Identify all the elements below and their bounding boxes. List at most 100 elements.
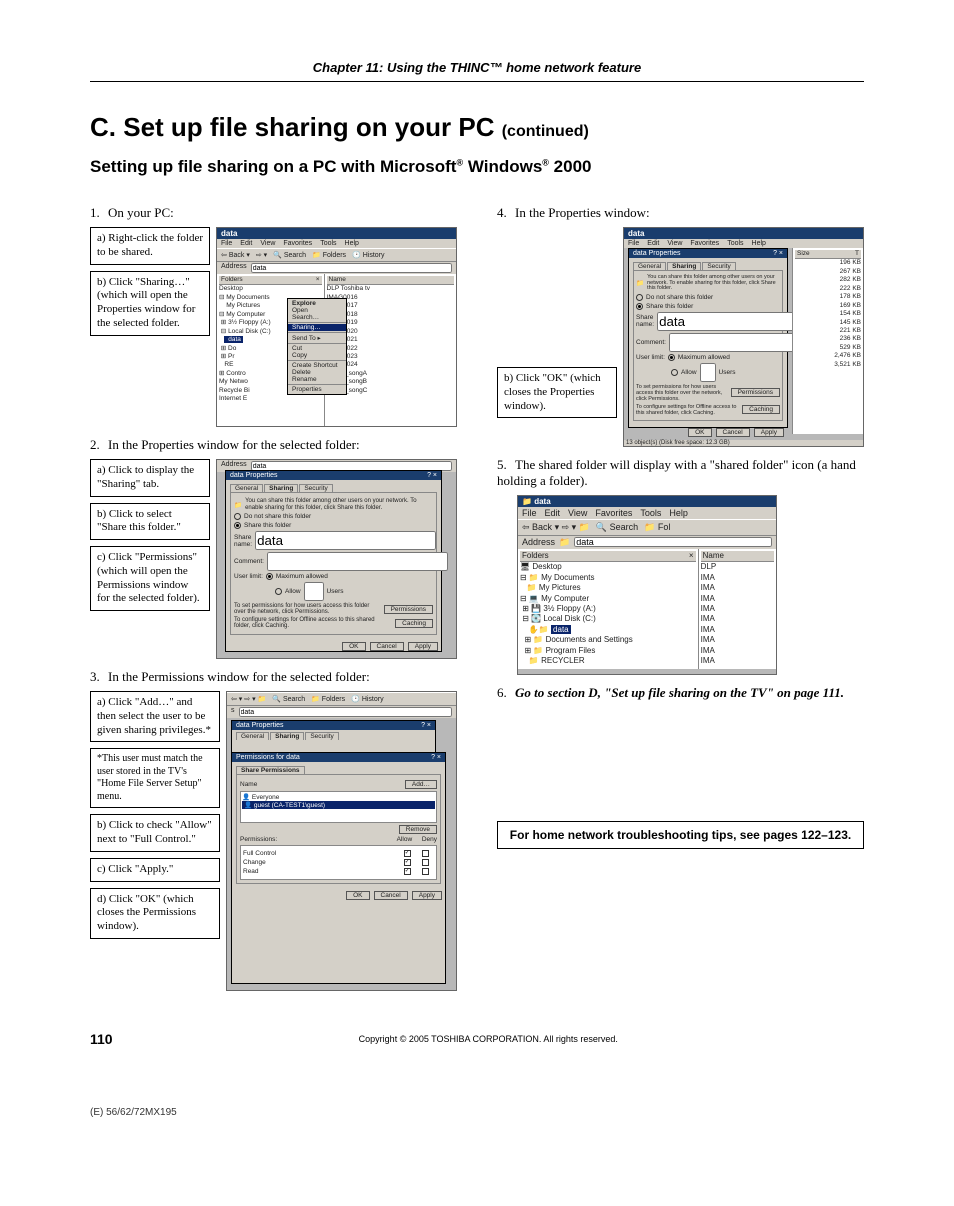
context-menu[interactable]: Explore Open Search… Sharing… Send To ▸ … bbox=[287, 298, 347, 395]
perm-cancel[interactable]: Cancel bbox=[374, 891, 408, 900]
input-sharename[interactable] bbox=[255, 531, 436, 550]
list5-item[interactable]: IMA bbox=[701, 656, 774, 666]
ctx-sendto[interactable]: Send To ▸ bbox=[288, 334, 346, 342]
m4-tools[interactable]: Tools bbox=[727, 240, 743, 247]
menu-file[interactable]: File bbox=[221, 240, 232, 247]
menu-tools[interactable]: Tools bbox=[320, 240, 336, 247]
m4-help[interactable]: Help bbox=[752, 240, 766, 247]
b4-cache[interactable]: Caching bbox=[742, 405, 780, 414]
ctx-search[interactable]: Search… bbox=[288, 314, 346, 321]
r4-no[interactable] bbox=[636, 294, 643, 301]
tree-pics[interactable]: My Pictures bbox=[224, 302, 260, 309]
apply4[interactable]: Apply bbox=[754, 428, 784, 437]
t4-sec[interactable]: Security bbox=[702, 262, 735, 270]
addr5[interactable] bbox=[574, 537, 772, 547]
list5-item[interactable]: IMA bbox=[701, 604, 774, 614]
ctx-cut[interactable]: Cut bbox=[288, 345, 346, 352]
ctx-explore[interactable]: Explore bbox=[288, 300, 346, 307]
m4-edit[interactable]: Edit bbox=[647, 240, 659, 247]
menu-edit[interactable]: Edit bbox=[240, 240, 252, 247]
perm-ok[interactable]: OK bbox=[346, 891, 369, 900]
address-input[interactable] bbox=[251, 263, 452, 273]
apply-button[interactable]: Apply bbox=[408, 642, 438, 651]
r4-yes[interactable] bbox=[636, 303, 643, 310]
caching-button[interactable]: Caching bbox=[395, 619, 433, 628]
chk-chg-allow[interactable]: ✓ bbox=[404, 859, 411, 866]
menu-favorites[interactable]: Favorites bbox=[283, 240, 312, 247]
t4-gen[interactable]: General bbox=[633, 262, 666, 270]
remove-button[interactable]: Remove bbox=[399, 825, 437, 834]
radio-max[interactable] bbox=[266, 573, 273, 580]
m4-file[interactable]: File bbox=[628, 240, 639, 247]
tab-sharing[interactable]: Sharing bbox=[264, 484, 298, 492]
list5-item[interactable]: IMA bbox=[701, 594, 774, 604]
r4-al[interactable] bbox=[671, 369, 678, 376]
ctx-properties[interactable]: Properties bbox=[288, 386, 346, 393]
ctx-delete[interactable]: Delete bbox=[288, 369, 346, 376]
add-button[interactable]: Add… bbox=[405, 780, 437, 789]
close-icon[interactable]: ? × bbox=[427, 472, 437, 479]
ok-button[interactable]: OK bbox=[342, 642, 365, 651]
perm-apply[interactable]: Apply bbox=[412, 891, 442, 900]
addr3[interactable] bbox=[239, 707, 453, 717]
tree-data-selected[interactable]: data bbox=[224, 336, 242, 343]
list-name-hdr[interactable]: Name bbox=[327, 276, 454, 285]
t4-shr[interactable]: Sharing bbox=[667, 262, 701, 270]
menu-view[interactable]: View bbox=[260, 240, 275, 247]
radio-share[interactable] bbox=[234, 522, 241, 529]
cancel-button[interactable]: Cancel bbox=[370, 642, 404, 651]
chk-rd-deny[interactable] bbox=[422, 868, 429, 875]
history-icon[interactable]: 🕑 History bbox=[352, 251, 384, 259]
chk-rd-allow[interactable]: ✓ bbox=[404, 868, 411, 875]
m5-edit[interactable]: Edit bbox=[545, 508, 561, 518]
m4-fav[interactable]: Favorites bbox=[690, 240, 719, 247]
m5-help[interactable]: Help bbox=[669, 508, 688, 518]
tab-shr2[interactable]: Sharing bbox=[270, 732, 304, 740]
list5-item[interactable]: IMA bbox=[701, 646, 774, 656]
tab-sec2[interactable]: Security bbox=[305, 732, 338, 740]
tree-mydocs[interactable]: My Documents bbox=[226, 294, 269, 301]
ok4[interactable]: OK bbox=[688, 428, 711, 437]
tree-mycomp[interactable]: My Computer bbox=[226, 311, 265, 318]
input-users[interactable] bbox=[304, 582, 324, 601]
list5-item[interactable]: IMA bbox=[701, 614, 774, 624]
ctx-copy[interactable]: Copy bbox=[288, 352, 346, 359]
menu-help[interactable]: Help bbox=[345, 240, 359, 247]
b4-perm[interactable]: Permissions bbox=[731, 388, 780, 397]
chk-fc-allow[interactable]: ✓ bbox=[404, 850, 411, 857]
user-guest[interactable]: 👤 guest (CA-TEST1\guest) bbox=[242, 801, 435, 809]
tree-floppy[interactable]: 3½ Floppy (A:) bbox=[228, 319, 271, 326]
list5-item[interactable]: IMA bbox=[701, 625, 774, 635]
size-hdr[interactable]: Size bbox=[797, 250, 810, 258]
chk-fc-deny[interactable] bbox=[422, 850, 429, 857]
tab-general[interactable]: General bbox=[230, 484, 263, 492]
radio-allow[interactable] bbox=[275, 588, 282, 595]
search-icon[interactable]: 🔍 Search bbox=[273, 251, 306, 259]
tab-shareperm[interactable]: Share Permissions bbox=[236, 766, 305, 774]
user-everyone[interactable]: 👤 Everyone bbox=[242, 793, 435, 801]
list5-item[interactable]: IMA bbox=[701, 635, 774, 645]
radio-noshare[interactable] bbox=[234, 513, 241, 520]
cancel4[interactable]: Cancel bbox=[716, 428, 750, 437]
chk-chg-deny[interactable] bbox=[422, 859, 429, 866]
btn-back[interactable]: Back bbox=[229, 252, 245, 259]
ctx-shortcut[interactable]: Create Shortcut bbox=[288, 362, 346, 369]
ctx-rename[interactable]: Rename bbox=[288, 376, 346, 383]
input-comment[interactable] bbox=[267, 552, 448, 571]
m5-tools[interactable]: Tools bbox=[640, 508, 661, 518]
folders-icon[interactable]: 📁 Folders bbox=[312, 251, 346, 259]
shared-folder-icon[interactable]: data bbox=[551, 625, 571, 634]
list5-item[interactable]: IMA bbox=[701, 573, 774, 583]
m5-fav[interactable]: Favorites bbox=[595, 508, 632, 518]
tab-gen2[interactable]: General bbox=[236, 732, 269, 740]
m4-view[interactable]: View bbox=[667, 240, 682, 247]
m5-file[interactable]: File bbox=[522, 508, 537, 518]
list5-item[interactable]: DLP bbox=[701, 562, 774, 572]
r4-max[interactable] bbox=[668, 354, 675, 361]
i4-usr[interactable] bbox=[700, 363, 716, 382]
tree-desktop[interactable]: Desktop bbox=[219, 285, 322, 293]
m5-view[interactable]: View bbox=[568, 508, 587, 518]
permissions-button[interactable]: Permissions bbox=[384, 605, 433, 614]
tab-security[interactable]: Security bbox=[299, 484, 332, 492]
ctx-sharing[interactable]: Sharing… bbox=[288, 324, 346, 331]
